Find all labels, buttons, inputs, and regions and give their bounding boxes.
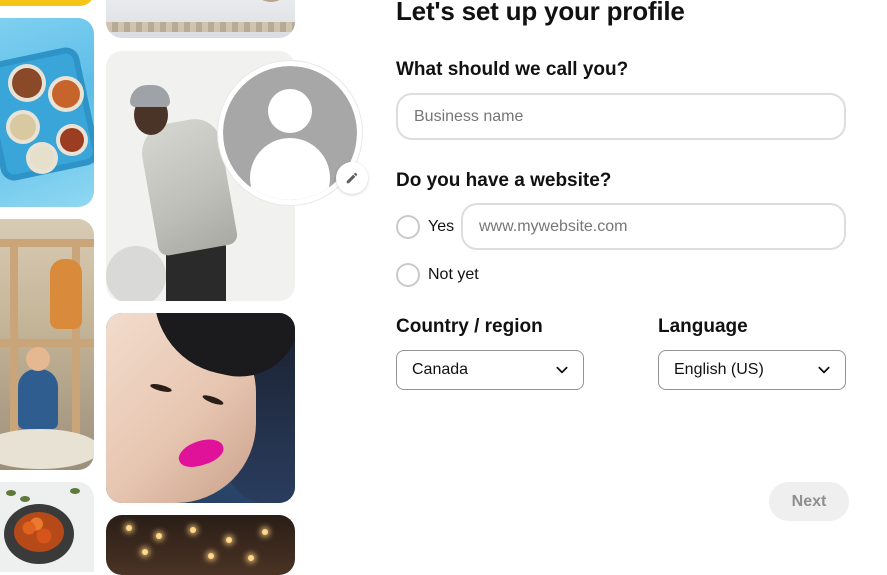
pencil-icon (346, 172, 358, 184)
website-url-input[interactable] (461, 203, 846, 250)
website-yes-option[interactable]: Yes (396, 215, 454, 239)
collage-image-woman-portrait (106, 313, 295, 503)
country-region-value: Canada (412, 361, 469, 378)
collage-image-living-room (106, 0, 295, 38)
website-not-yet-radio[interactable] (396, 263, 420, 287)
collage-image-yellow (0, 0, 94, 6)
collage-image-kids-room (0, 219, 94, 470)
chevron-down-icon (556, 366, 568, 374)
chevron-down-icon (818, 366, 830, 374)
edit-avatar-button[interactable] (336, 162, 368, 194)
country-region-select[interactable]: Canada (396, 350, 584, 390)
collage-image-food-tray (0, 18, 94, 207)
language-label: Language (658, 316, 748, 337)
business-name-input[interactable] (396, 93, 846, 140)
profile-avatar-upload[interactable] (218, 61, 368, 211)
name-question-label: What should we call you? (396, 59, 629, 80)
collage-image-night-market (106, 515, 295, 575)
website-question-label: Do you have a website? (396, 170, 612, 191)
page-title: Let's set up your profile (396, 0, 685, 26)
language-select[interactable]: English (US) (658, 350, 846, 390)
country-region-label: Country / region (396, 316, 543, 337)
next-button[interactable]: Next (769, 482, 849, 521)
website-not-yet-label: Not yet (428, 266, 479, 283)
website-not-yet-option[interactable]: Not yet (396, 263, 479, 287)
collage-image-bowl (0, 482, 94, 572)
website-yes-label: Yes (428, 218, 455, 235)
language-value: English (US) (674, 361, 764, 378)
website-yes-radio[interactable] (396, 215, 420, 239)
